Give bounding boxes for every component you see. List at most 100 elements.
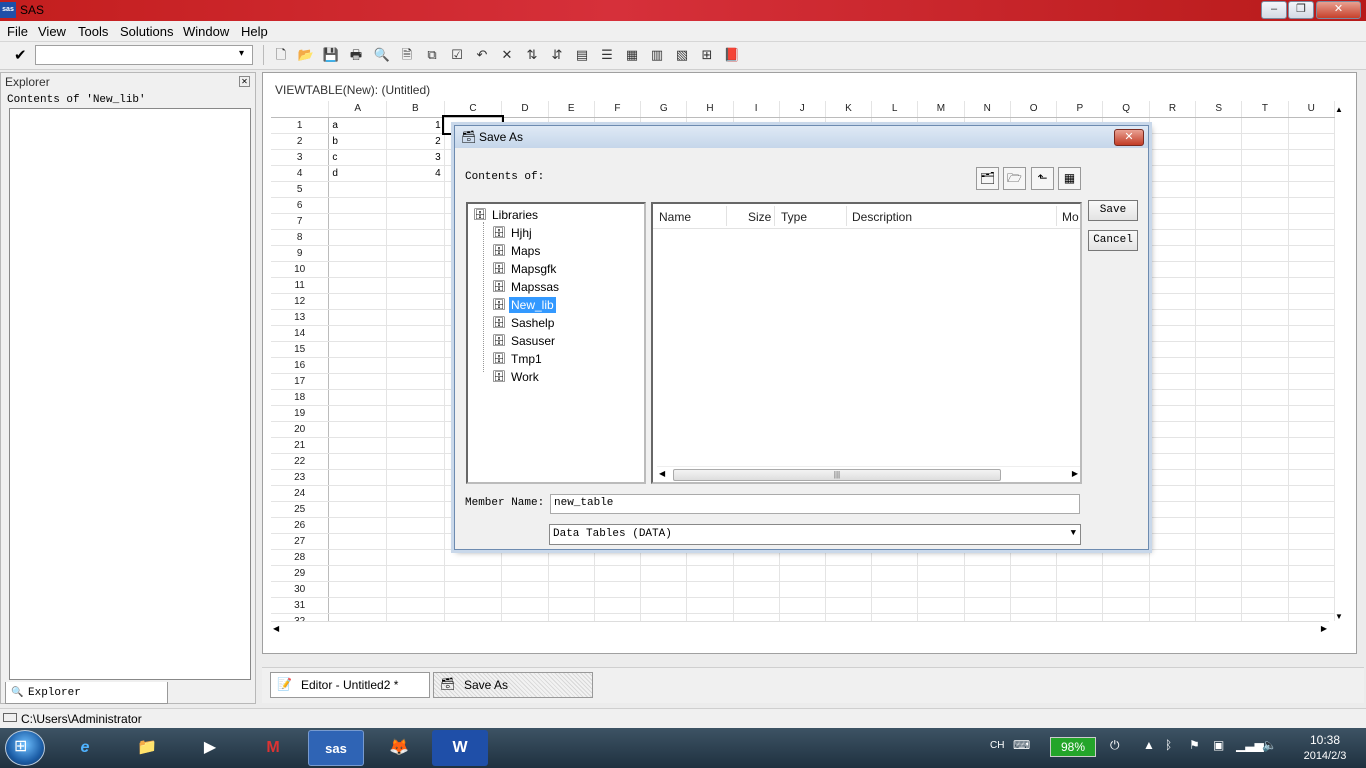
clock-time[interactable]: 10:38 bbox=[1300, 733, 1350, 747]
scroll-right-arrow-icon[interactable]: ▶ bbox=[1321, 624, 1327, 633]
dialog-title-bar[interactable]: 🗃 Save As ✕ bbox=[455, 126, 1148, 148]
table-cell[interactable] bbox=[1288, 549, 1335, 566]
table-cell[interactable] bbox=[1241, 597, 1289, 614]
task-save-as[interactable]: 🗃 Save As bbox=[433, 672, 593, 698]
table-cell[interactable] bbox=[1241, 373, 1289, 390]
table-cell[interactable] bbox=[1149, 517, 1197, 534]
table-cell[interactable] bbox=[386, 501, 445, 518]
power-plug-icon[interactable]: ⏻ bbox=[1110, 738, 1120, 753]
table-cell[interactable] bbox=[1288, 293, 1335, 310]
table-cell[interactable] bbox=[1102, 581, 1150, 598]
table-cell[interactable] bbox=[733, 613, 780, 621]
row-header[interactable]: 20 bbox=[271, 421, 330, 438]
row-header[interactable]: 25 bbox=[271, 501, 330, 518]
table-cell[interactable] bbox=[501, 565, 549, 582]
table-cell[interactable] bbox=[1195, 229, 1243, 246]
table-cell[interactable] bbox=[328, 533, 387, 550]
table-cell[interactable] bbox=[1241, 133, 1289, 150]
row-header[interactable]: 13 bbox=[271, 309, 330, 326]
column-header[interactable]: P bbox=[1056, 101, 1104, 118]
table-cell[interactable] bbox=[871, 613, 919, 621]
table-cell[interactable] bbox=[328, 245, 387, 262]
print-preview-icon[interactable]: 🔍 bbox=[373, 46, 391, 64]
form-view-icon[interactable]: ▦ bbox=[623, 46, 641, 64]
table-cell[interactable] bbox=[386, 197, 445, 214]
table-cell[interactable] bbox=[501, 597, 549, 614]
open-icon[interactable]: 📂 bbox=[297, 46, 315, 64]
table-cell[interactable] bbox=[328, 437, 387, 454]
table-cell[interactable] bbox=[1288, 181, 1335, 198]
row-header[interactable]: 11 bbox=[271, 277, 330, 294]
print-setup-icon[interactable]: 🗎 bbox=[398, 46, 416, 64]
table-cell[interactable] bbox=[1241, 565, 1289, 582]
table-cell[interactable] bbox=[1288, 389, 1335, 406]
table-cell[interactable] bbox=[594, 597, 642, 614]
table-cell[interactable] bbox=[386, 261, 445, 278]
table-cell[interactable] bbox=[1195, 373, 1243, 390]
table-cell[interactable] bbox=[871, 597, 919, 614]
scroll-left-arrow-icon[interactable]: ◀ bbox=[273, 624, 279, 633]
save-icon[interactable]: 💾 bbox=[322, 46, 340, 64]
menu-file[interactable]: File bbox=[7, 24, 28, 39]
table-cell[interactable] bbox=[1241, 421, 1289, 438]
menu-tools[interactable]: Tools bbox=[78, 24, 108, 39]
table-cell[interactable] bbox=[917, 549, 965, 566]
table-cell[interactable] bbox=[501, 613, 549, 621]
table-cell[interactable] bbox=[548, 613, 595, 621]
command-box[interactable] bbox=[35, 45, 253, 65]
current-directory[interactable]: C:\Users\Administrator bbox=[21, 712, 142, 726]
table-cell[interactable]: d bbox=[328, 165, 387, 182]
table-cell[interactable] bbox=[1288, 453, 1335, 470]
table-cell[interactable] bbox=[1288, 437, 1335, 454]
table-cell[interactable] bbox=[1241, 533, 1289, 550]
table-cell[interactable] bbox=[1288, 197, 1335, 214]
table-cell[interactable] bbox=[1288, 373, 1335, 390]
scroll-thumb[interactable]: ||| bbox=[673, 469, 1001, 481]
row-header[interactable]: 5 bbox=[271, 181, 330, 198]
table-cell[interactable] bbox=[1288, 117, 1335, 134]
table-cell[interactable] bbox=[779, 597, 826, 614]
table-cell[interactable] bbox=[1102, 613, 1150, 621]
table-cell[interactable] bbox=[328, 613, 387, 621]
table-cell[interactable] bbox=[501, 581, 549, 598]
table-cell[interactable] bbox=[779, 613, 826, 621]
volume-icon[interactable]: 🔈 bbox=[1262, 738, 1277, 752]
save-button[interactable]: Save bbox=[1088, 200, 1138, 221]
table-cell[interactable] bbox=[328, 261, 387, 278]
table-cell[interactable] bbox=[548, 597, 595, 614]
table-cell[interactable] bbox=[386, 277, 445, 294]
column-header[interactable]: F bbox=[594, 101, 642, 118]
table-cell[interactable] bbox=[1195, 181, 1243, 198]
table-cell[interactable] bbox=[1149, 261, 1197, 278]
table-cell[interactable] bbox=[1149, 357, 1197, 374]
column-header[interactable]: C bbox=[444, 101, 503, 118]
column-header[interactable]: U bbox=[1288, 101, 1335, 118]
table-cell[interactable] bbox=[686, 565, 734, 582]
table-cell[interactable] bbox=[1149, 565, 1197, 582]
table-cell[interactable]: a bbox=[328, 117, 387, 134]
scroll-up-arrow-icon[interactable]: ▲ bbox=[1335, 105, 1343, 114]
table-cell[interactable] bbox=[733, 581, 780, 598]
table-cell[interactable] bbox=[1149, 325, 1197, 342]
row-header[interactable]: 7 bbox=[271, 213, 330, 230]
table-cell[interactable] bbox=[444, 613, 503, 621]
table-cell[interactable] bbox=[1195, 453, 1243, 470]
table-cell[interactable] bbox=[1195, 245, 1243, 262]
table-cell[interactable] bbox=[1149, 341, 1197, 358]
table-cell[interactable] bbox=[594, 581, 642, 598]
table-cell[interactable] bbox=[1149, 277, 1197, 294]
row-header[interactable]: 24 bbox=[271, 485, 330, 502]
table-cell[interactable] bbox=[1195, 581, 1243, 598]
table-cell[interactable] bbox=[1010, 613, 1058, 621]
table-cell[interactable] bbox=[328, 501, 387, 518]
menu-help[interactable]: Help bbox=[241, 24, 268, 39]
sort-ascending-icon[interactable]: ⇅ bbox=[523, 46, 541, 64]
maximize-button[interactable]: ❐ bbox=[1288, 1, 1314, 19]
table-cell[interactable] bbox=[1241, 181, 1289, 198]
table-cell[interactable] bbox=[1288, 421, 1335, 438]
column-header[interactable]: S bbox=[1195, 101, 1243, 118]
table-cell[interactable] bbox=[328, 309, 387, 326]
action-center-flag-icon[interactable]: ⚑ bbox=[1189, 738, 1200, 752]
table-cell[interactable] bbox=[386, 229, 445, 246]
table-cell[interactable] bbox=[386, 357, 445, 374]
